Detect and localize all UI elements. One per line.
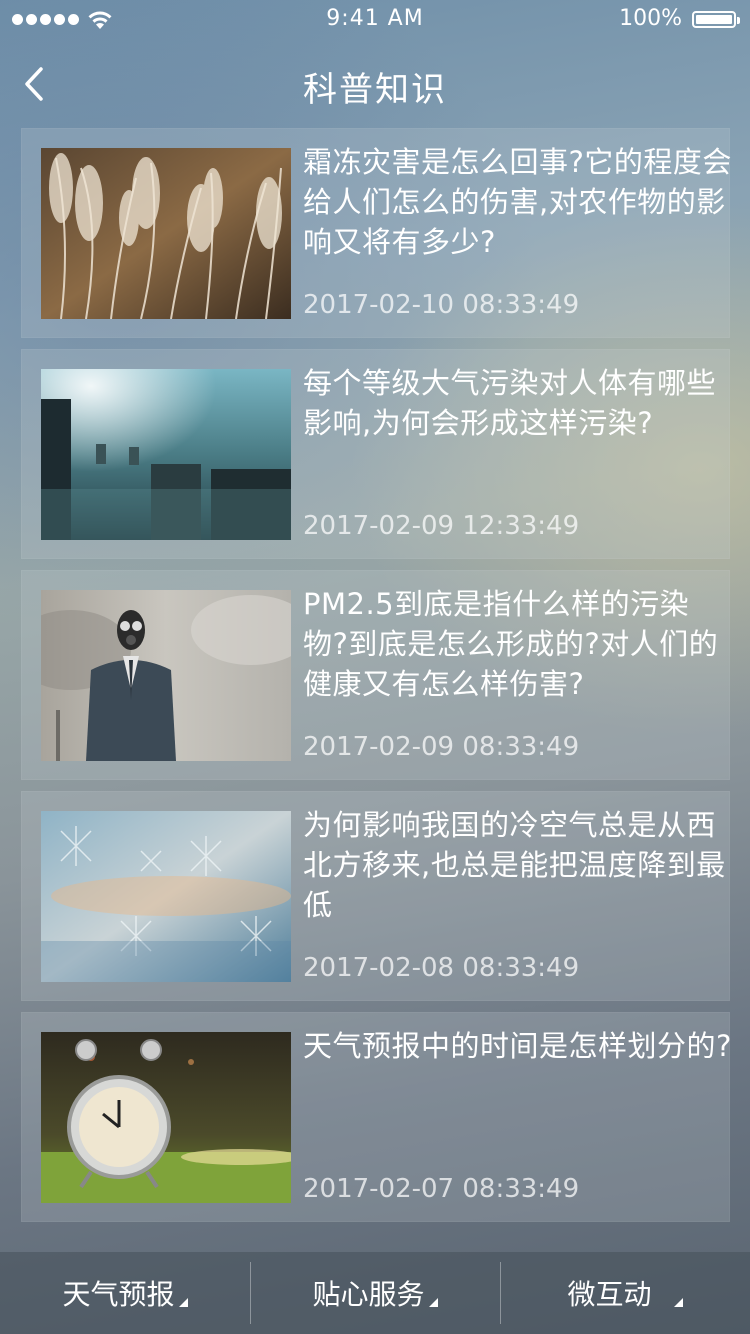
tab-interaction[interactable]: 微互动: [500, 1252, 750, 1334]
tab-services[interactable]: 贴心服务: [250, 1252, 500, 1334]
article-item-air-pollution[interactable]: 每个等级大气污染对人体有哪些影响,为何会形成这样污染? 2017-02-09 1…: [21, 349, 730, 559]
status-bar: 9:41 AM 100%: [0, 0, 750, 40]
article-item-cold-air[interactable]: 为何影响我国的冷空气总是从西北方移来,也总是能把温度降到最低 2017-02-0…: [21, 791, 730, 1001]
article-title: PM2.5到底是指什么样的污染物?到底是怎么形成的?对人们的健康又有怎么样伤害?: [303, 587, 719, 701]
article-date: 2017-02-07 08:33:49: [303, 1174, 580, 1204]
expand-triangle-icon: [428, 1297, 438, 1307]
article-date: 2017-02-09 08:33:49: [303, 732, 580, 762]
article-thumbnail-smog-city: [41, 369, 291, 540]
battery-percentage: 100%: [619, 6, 682, 31]
tab-label: 贴心服务: [312, 1278, 425, 1311]
tab-label: 微互动: [567, 1278, 652, 1311]
article-item-pm25[interactable]: PM2.5到底是指什么样的污染物?到底是怎么形成的?对人们的健康又有怎么样伤害?…: [21, 570, 730, 780]
article-thumbnail-ice-crystals: [41, 811, 291, 982]
article-title: 天气预报中的时间是怎样划分的?: [303, 1029, 732, 1063]
article-list: 霜冻灾害是怎么回事?它的程度会给人们怎么的伤害,对农作物的影响又将有多少? 20…: [21, 128, 732, 1233]
article-thumbnail-reeds: [41, 148, 291, 319]
article-item-frost[interactable]: 霜冻灾害是怎么回事?它的程度会给人们怎么的伤害,对农作物的影响又将有多少? 20…: [21, 128, 732, 338]
tab-weather-forecast[interactable]: 天气预报: [0, 1252, 250, 1334]
article-thumbnail-alarm-clock: [41, 1032, 291, 1203]
page-title: 科普知识: [303, 70, 447, 110]
article-item-forecast-time[interactable]: 天气预报中的时间是怎样划分的? 2017-02-07 08:33:49: [21, 1012, 732, 1222]
article-thumbnail-gas-mask: [41, 590, 291, 761]
article-title: 为何影响我国的冷空气总是从西北方移来,也总是能把温度降到最低: [303, 808, 726, 922]
article-date: 2017-02-10 08:33:49: [303, 290, 580, 320]
article-title: 每个等级大气污染对人体有哪些影响,为何会形成这样污染?: [303, 366, 717, 440]
article-date: 2017-02-09 12:33:49: [303, 511, 580, 541]
battery-icon: [692, 11, 740, 28]
nav-bar: 科普知识: [0, 40, 750, 128]
article-title: 霜冻灾害是怎么回事?它的程度会给人们怎么的伤害,对农作物的影响又将有多少?: [303, 145, 732, 259]
bottom-tab-bar: 天气预报 贴心服务 微互动: [0, 1252, 750, 1334]
expand-triangle-icon: [178, 1297, 188, 1307]
tab-label: 天气预报: [62, 1278, 175, 1311]
article-date: 2017-02-08 08:33:49: [303, 953, 580, 983]
expand-triangle-icon: [673, 1297, 683, 1307]
